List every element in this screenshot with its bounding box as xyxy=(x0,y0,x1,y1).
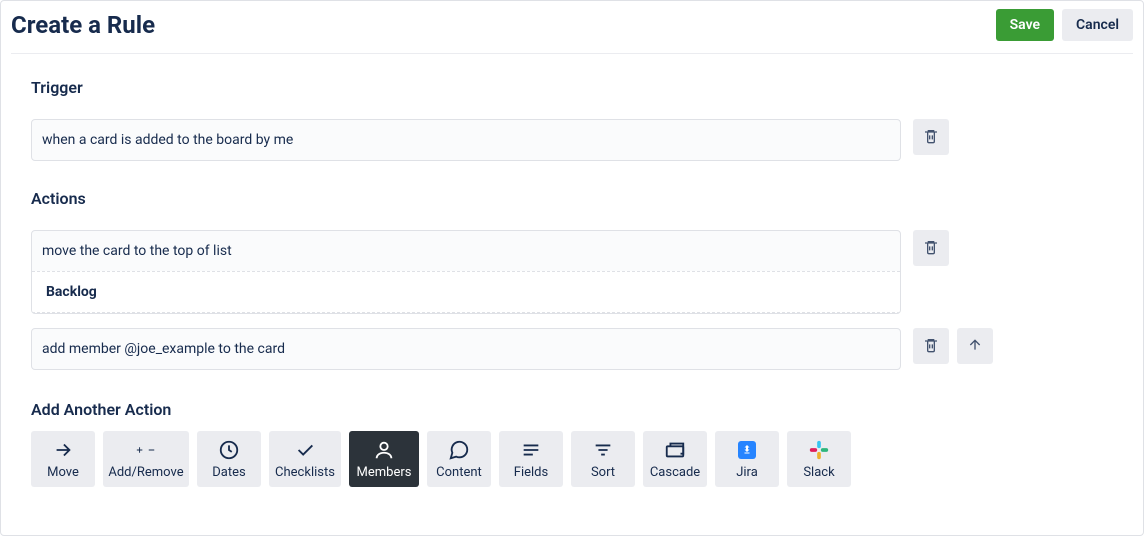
tile-move[interactable]: Move xyxy=(31,431,95,487)
tile-cascade[interactable]: Cascade xyxy=(643,431,707,487)
header: Create a Rule Save Cancel xyxy=(1,1,1143,53)
trigger-text: when a card is added to the board by me xyxy=(32,120,900,160)
tile-label: Slack xyxy=(803,465,834,480)
action-tiles: Move Add/Remove Dates Checklists xyxy=(31,431,1113,487)
tile-dates[interactable]: Dates xyxy=(197,431,261,487)
tile-label: Move xyxy=(47,465,79,480)
actions-section: Actions move the card to the top of list… xyxy=(1,175,1143,370)
add-another-section: Add Another Action Move Add/Remove Dates xyxy=(1,384,1143,487)
tile-fields[interactable]: Fields xyxy=(499,431,563,487)
trigger-section-title: Trigger xyxy=(31,78,1113,97)
delete-trigger-button[interactable] xyxy=(913,119,949,155)
tile-label: Members xyxy=(357,465,412,480)
tile-label: Checklists xyxy=(275,465,335,480)
tile-checklists[interactable]: Checklists xyxy=(269,431,341,487)
plus-minus-icon xyxy=(135,439,157,461)
person-icon xyxy=(373,439,395,461)
arrow-right-icon xyxy=(52,439,74,461)
page-title: Create a Rule xyxy=(11,11,155,39)
tile-sort[interactable]: Sort xyxy=(571,431,635,487)
action-row-0: move the card to the top of list Backlog xyxy=(31,230,1113,314)
move-up-action-1-button[interactable] xyxy=(957,328,993,364)
actions-section-title: Actions xyxy=(31,189,1113,208)
action-box-0[interactable]: move the card to the top of list Backlog xyxy=(31,230,901,314)
tile-add-remove[interactable]: Add/Remove xyxy=(103,431,189,487)
action-text-0: move the card to the top of list xyxy=(32,231,900,271)
add-another-title: Add Another Action xyxy=(31,400,1113,419)
header-buttons: Save Cancel xyxy=(996,9,1133,41)
action-sub-0: Backlog xyxy=(32,271,900,313)
check-icon xyxy=(294,439,316,461)
tile-members[interactable]: Members xyxy=(349,431,419,487)
action-text-1: add member @joe_example to the card xyxy=(32,329,900,369)
trash-icon xyxy=(923,239,939,258)
speech-bubble-icon xyxy=(448,439,470,461)
tile-jira[interactable]: Jira xyxy=(715,431,779,487)
delete-action-0-button[interactable] xyxy=(913,230,949,266)
tile-slack[interactable]: Slack xyxy=(787,431,851,487)
tile-label: Sort xyxy=(591,465,615,480)
tile-label: Content xyxy=(436,465,482,480)
trash-icon xyxy=(923,337,939,356)
save-button[interactable]: Save xyxy=(996,9,1054,41)
tile-label: Add/Remove xyxy=(108,465,183,480)
lines-icon xyxy=(520,439,542,461)
action-row-1: add member @joe_example to the card xyxy=(31,328,1113,370)
trigger-section: Trigger when a card is added to the boar… xyxy=(1,54,1143,161)
sort-icon xyxy=(592,439,614,461)
trash-icon xyxy=(923,128,939,147)
tile-content[interactable]: Content xyxy=(427,431,491,487)
trigger-box[interactable]: when a card is added to the board by me xyxy=(31,119,901,161)
cascade-icon xyxy=(664,439,686,461)
jira-icon xyxy=(738,439,756,461)
tile-label: Cascade xyxy=(650,465,700,480)
delete-action-1-button[interactable] xyxy=(913,328,949,364)
create-rule-panel: Create a Rule Save Cancel Trigger when a… xyxy=(0,0,1144,536)
slack-icon xyxy=(808,439,830,461)
tile-label: Jira xyxy=(736,465,758,480)
trigger-row: when a card is added to the board by me xyxy=(31,119,1113,161)
arrow-up-icon xyxy=(967,337,983,356)
tile-label: Dates xyxy=(212,465,245,480)
cancel-button[interactable]: Cancel xyxy=(1062,9,1133,41)
action-box-1[interactable]: add member @joe_example to the card xyxy=(31,328,901,370)
clock-icon xyxy=(218,439,240,461)
tile-label: Fields xyxy=(514,465,548,480)
